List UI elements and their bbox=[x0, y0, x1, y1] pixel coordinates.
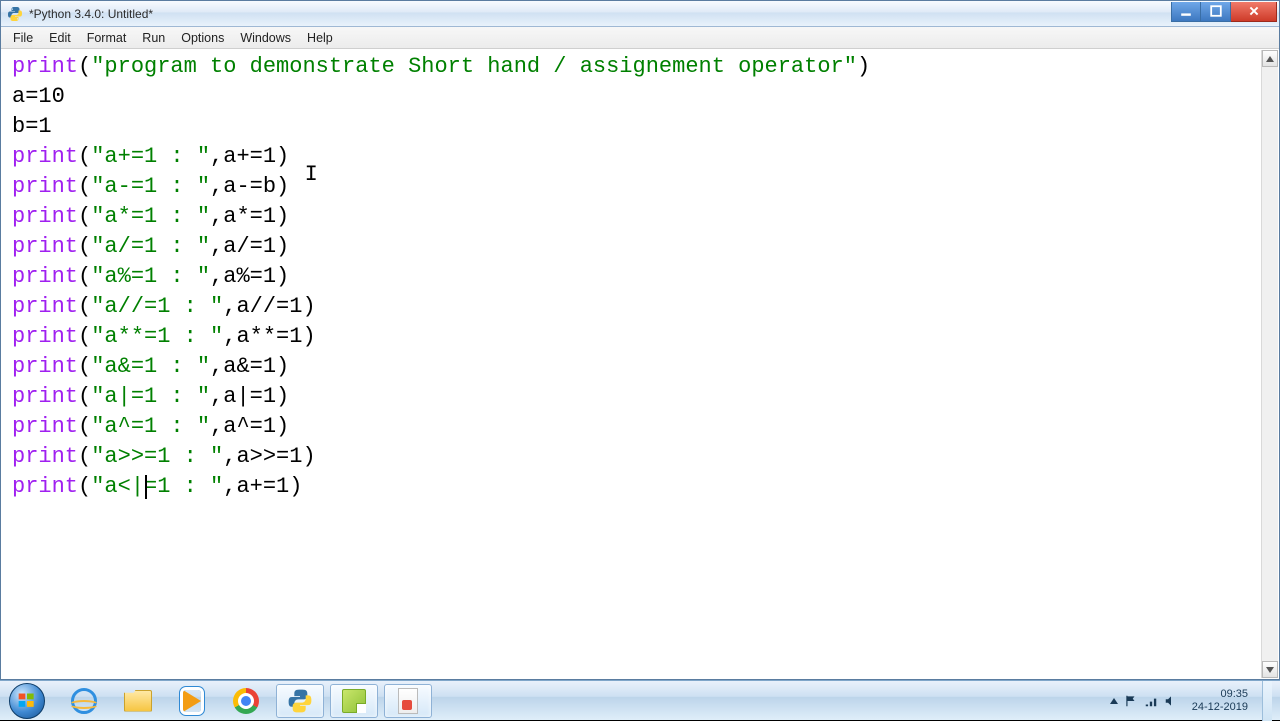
recorder-icon bbox=[398, 688, 418, 714]
code-line[interactable]: print("a**=1 : ",a**=1) bbox=[12, 322, 1253, 352]
minimize-button[interactable] bbox=[1171, 2, 1201, 22]
code-line[interactable]: print("a>>=1 : ",a>>=1) bbox=[12, 442, 1253, 472]
code-editor[interactable]: print("program to demonstrate Short hand… bbox=[2, 50, 1261, 678]
taskbar-explorer[interactable] bbox=[114, 684, 162, 718]
code-line[interactable]: a=10 bbox=[12, 82, 1253, 112]
ie-icon bbox=[71, 688, 97, 714]
flag-icon[interactable] bbox=[1124, 694, 1138, 708]
menubar: File Edit Format Run Options Windows Hel… bbox=[1, 27, 1279, 49]
tray-icons[interactable] bbox=[1110, 694, 1178, 708]
taskbar-ie[interactable] bbox=[60, 684, 108, 718]
code-line[interactable]: print("a//=1 : ",a//=1) bbox=[12, 292, 1253, 322]
maximize-button[interactable] bbox=[1201, 2, 1231, 22]
code-line[interactable]: print("a*=1 : ",a*=1) bbox=[12, 202, 1253, 232]
play-icon bbox=[183, 690, 201, 712]
code-line[interactable]: print("a^=1 : ",a^=1) bbox=[12, 412, 1253, 442]
python-icon bbox=[287, 688, 313, 714]
clock-time: 09:35 bbox=[1192, 688, 1248, 701]
code-line[interactable]: print("a-=1 : ",a-=b) bbox=[12, 172, 1253, 202]
tray-overflow-icon[interactable] bbox=[1110, 698, 1118, 704]
show-desktop-button[interactable] bbox=[1262, 681, 1272, 721]
taskbar-recorder[interactable] bbox=[384, 684, 432, 718]
code-line[interactable]: print("a|=1 : ",a|=1) bbox=[12, 382, 1253, 412]
code-line[interactable]: print("a<|=1 : ",a+=1) bbox=[12, 472, 1253, 502]
code-line[interactable]: print("a&=1 : ",a&=1) bbox=[12, 352, 1253, 382]
folder-icon bbox=[124, 690, 152, 712]
clock[interactable]: 09:35 24-12-2019 bbox=[1186, 688, 1254, 714]
menu-file[interactable]: File bbox=[5, 29, 41, 47]
code-line[interactable]: print("a+=1 : ",a+=1) bbox=[12, 142, 1253, 172]
menu-format[interactable]: Format bbox=[79, 29, 135, 47]
window-title: *Python 3.4.0: Untitled* bbox=[29, 7, 1171, 21]
vertical-scrollbar[interactable] bbox=[1261, 50, 1278, 678]
code-line[interactable]: print("a%=1 : ",a%=1) bbox=[12, 262, 1253, 292]
windows-logo-icon bbox=[17, 691, 37, 711]
taskbar-media-player[interactable] bbox=[168, 684, 216, 718]
system-tray: 09:35 24-12-2019 bbox=[1102, 681, 1280, 720]
taskbar-items bbox=[54, 681, 438, 720]
titlebar[interactable]: *Python 3.4.0: Untitled* bbox=[1, 1, 1279, 27]
taskbar-python-idle[interactable] bbox=[276, 684, 324, 718]
chrome-icon bbox=[233, 688, 259, 714]
menu-windows[interactable]: Windows bbox=[232, 29, 299, 47]
python-icon bbox=[7, 6, 23, 22]
window-controls bbox=[1171, 2, 1277, 22]
network-icon[interactable] bbox=[1144, 694, 1158, 708]
scroll-up-button[interactable] bbox=[1262, 50, 1278, 67]
code-line[interactable]: print("a/=1 : ",a/=1) bbox=[12, 232, 1253, 262]
scroll-down-button[interactable] bbox=[1262, 661, 1278, 678]
text-caret bbox=[145, 475, 147, 499]
code-line[interactable]: print("program to demonstrate Short hand… bbox=[12, 52, 1253, 82]
taskbar-chrome[interactable] bbox=[222, 684, 270, 718]
editor-area: print("program to demonstrate Short hand… bbox=[2, 50, 1278, 678]
code-line[interactable]: b=1 bbox=[12, 112, 1253, 142]
note-icon bbox=[342, 689, 366, 713]
scroll-track[interactable] bbox=[1262, 67, 1278, 661]
start-button[interactable] bbox=[0, 681, 54, 721]
volume-icon[interactable] bbox=[1164, 694, 1178, 708]
clock-date: 24-12-2019 bbox=[1192, 701, 1248, 714]
close-button[interactable] bbox=[1231, 2, 1277, 22]
taskbar-spacer bbox=[438, 681, 1102, 720]
menu-help[interactable]: Help bbox=[299, 29, 341, 47]
taskbar: 09:35 24-12-2019 bbox=[0, 680, 1280, 720]
idle-window: *Python 3.4.0: Untitled* File Edit Forma… bbox=[0, 0, 1280, 680]
menu-edit[interactable]: Edit bbox=[41, 29, 79, 47]
menu-options[interactable]: Options bbox=[173, 29, 232, 47]
menu-run[interactable]: Run bbox=[134, 29, 173, 47]
taskbar-sticky-notes[interactable] bbox=[330, 684, 378, 718]
